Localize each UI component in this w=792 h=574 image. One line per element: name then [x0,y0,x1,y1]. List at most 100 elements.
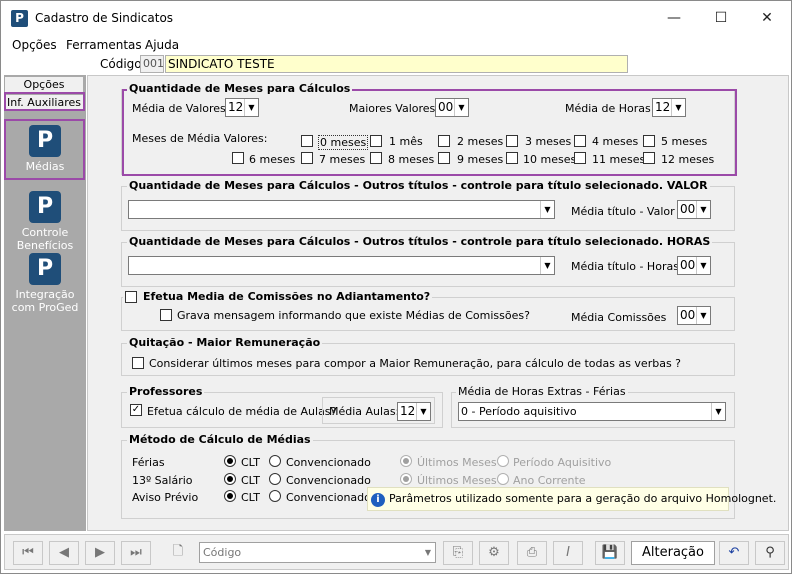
media-titulo-valor-select[interactable]: 00 ▼ [677,200,711,219]
chevron-down-icon: ▼ [696,307,710,324]
considerar-checkbox[interactable] [132,357,144,369]
media-horas-select[interactable]: 12 ▼ [652,98,686,117]
ferias-convencionado-radio[interactable] [269,455,281,467]
media-comissoes-value: 00 [680,308,696,322]
meses-5-checkbox[interactable] [643,135,655,147]
grava-mensagem-label: Grava mensagem informando que existe Méd… [177,309,530,322]
outros-horas-title: Quantidade de Meses para Cálculos - Outr… [127,235,713,248]
maiores-valores-select[interactable]: 00 ▼ [435,98,469,117]
sidebar-item-label: Benefícios [16,239,74,252]
menu-ajuda[interactable]: Ajuda [145,38,179,52]
undo-icon[interactable]: ↶ [719,541,749,565]
chevron-down-icon: ▼ [696,201,710,218]
new-document-icon[interactable]: 🗋 [163,541,193,565]
sidebar-item-controle-beneficios[interactable]: P Controle Benefícios [4,191,86,252]
sidebar-item-label: Integração [15,288,75,301]
settings-icon[interactable]: ⚙ [479,541,509,565]
meses-4-checkbox[interactable] [574,135,586,147]
media-comissoes-label: Média Comissões [571,311,667,324]
info-message: i Parâmetros utilizado somente para a ger… [371,492,776,507]
menu-ferramentas[interactable]: Ferramentas [66,38,142,52]
ferias-convencionado-label: Convencionado [286,456,371,469]
sidebar-item-label: Controle [21,226,69,239]
chevron-down-icon: ▼ [454,99,468,116]
meses-9-checkbox[interactable] [438,152,450,164]
save-icon[interactable]: 💾 [595,541,625,565]
menu-opcoes[interactable]: Opções [12,38,57,52]
media-valores-label: Média de Valores: [132,102,230,115]
print-icon[interactable]: ⎙ [517,541,547,565]
ferias-periodo-aquisitivo-label: Período Aquisitivo [513,456,612,469]
decimo-convencionado-radio[interactable] [269,473,281,485]
meses-12-label: 12 meses [661,153,715,166]
next-record-icon[interactable]: ▶ [85,541,115,565]
media-aulas-select[interactable]: 12 ▼ [397,402,431,421]
decimo-ultimos-meses-radio[interactable] [400,473,412,485]
meses-11-label: 11 meses [592,153,646,166]
decimo-ultimos-meses-label: Últimos Meses [417,474,497,487]
meses-3-checkbox[interactable] [506,135,518,147]
media-titulo-horas-label: Média título - Horas [571,260,679,273]
media-comissoes-select[interactable]: 00 ▼ [677,306,711,325]
codigo-number-field[interactable]: 001 [140,55,164,73]
title-bar: P Cadastro de Sindicatos — ☐ ✕ [1,1,791,35]
media-titulo-horas-select[interactable]: 00 ▼ [677,256,711,275]
search-combo[interactable]: Código ▼ [199,542,436,563]
grava-mensagem-checkbox[interactable] [160,309,172,321]
sindicato-name-field[interactable]: SINDICATO TESTE [165,55,628,73]
ferias-clt-label: CLT [241,456,261,469]
meses-2-checkbox[interactable] [438,135,450,147]
horas-extras-select[interactable]: 0 - Período aquisitivo ▼ [458,402,726,421]
quitacao-title: Quitação - Maior Remuneração [127,336,323,349]
chevron-down-icon: ▼ [696,257,710,274]
aviso-clt-radio[interactable] [224,490,236,502]
binoculars-icon[interactable]: ⚲ [755,541,785,565]
meses-10-checkbox[interactable] [506,152,518,164]
close-button[interactable]: ✕ [744,5,790,31]
media-valores-select[interactable]: 12 ▼ [225,98,259,117]
meses-1-checkbox[interactable] [370,135,382,147]
outros-horas-select[interactable]: ▼ [128,256,555,275]
chevron-down-icon: ▼ [671,99,685,116]
comissoes-checkbox[interactable] [125,291,137,303]
decimo-clt-radio[interactable] [224,473,236,485]
meses-11-checkbox[interactable] [574,152,586,164]
efetua-aulas-checkbox[interactable]: ✓ [130,404,142,416]
ferias-clt-radio[interactable] [224,455,236,467]
aviso-convencionado-radio[interactable] [269,490,281,502]
meses-7-checkbox[interactable] [301,152,313,164]
maximize-button[interactable]: ☐ [698,5,744,31]
chevron-down-icon: ▼ [244,99,258,116]
aviso-convencionado-label: Convencionado [286,491,371,504]
cursor-icon[interactable]: I [553,541,583,565]
meses-12-checkbox[interactable] [643,152,655,164]
tab-opcoes[interactable]: Opções [5,77,83,93]
first-record-icon[interactable]: ⏮ [13,541,43,565]
meses-media-label: Meses de Média Valores: [132,132,268,145]
p-logo-icon: P [29,253,61,285]
outros-valor-select[interactable]: ▼ [128,200,555,219]
chevron-down-icon: ▼ [416,403,430,420]
previous-record-icon[interactable]: ◀ [49,541,79,565]
sidebar-item-integracao-proged[interactable]: P Integração com ProGed [4,253,86,314]
minimize-button[interactable]: — [651,5,697,31]
last-record-icon[interactable]: ⏭ [121,541,151,565]
decimo-ano-corrente-radio[interactable] [497,473,509,485]
p-logo-icon: P [29,191,61,223]
highlight-medias [4,119,85,180]
ferias-ultimos-meses-radio[interactable] [400,455,412,467]
metodo-title: Método de Cálculo de Médias [127,433,313,446]
chevron-down-icon: ▼ [711,403,725,420]
media-valores-value: 12 [228,100,244,114]
efetua-aulas-label: Efetua cálculo de média de Aulas? [147,405,337,418]
meses-8-checkbox[interactable] [370,152,382,164]
meses-0-checkbox[interactable] [301,135,313,147]
bottom-toolbar: ⏮ ◀ ▶ ⏭ 🗋 Código ▼ ⎘ ⚙ ⎙ I 💾 Alteração ↶ … [4,534,789,570]
ferias-periodo-aquisitivo-radio[interactable] [497,455,509,467]
decimo-terceiro-label: 13º Salário [132,474,193,487]
chevron-down-icon: ▼ [540,257,554,274]
meses-8-label: 8 meses [388,153,435,166]
meses-4-label: 4 meses [592,135,639,148]
copy-icon[interactable]: ⎘ [443,541,473,565]
meses-6-checkbox[interactable] [232,152,244,164]
